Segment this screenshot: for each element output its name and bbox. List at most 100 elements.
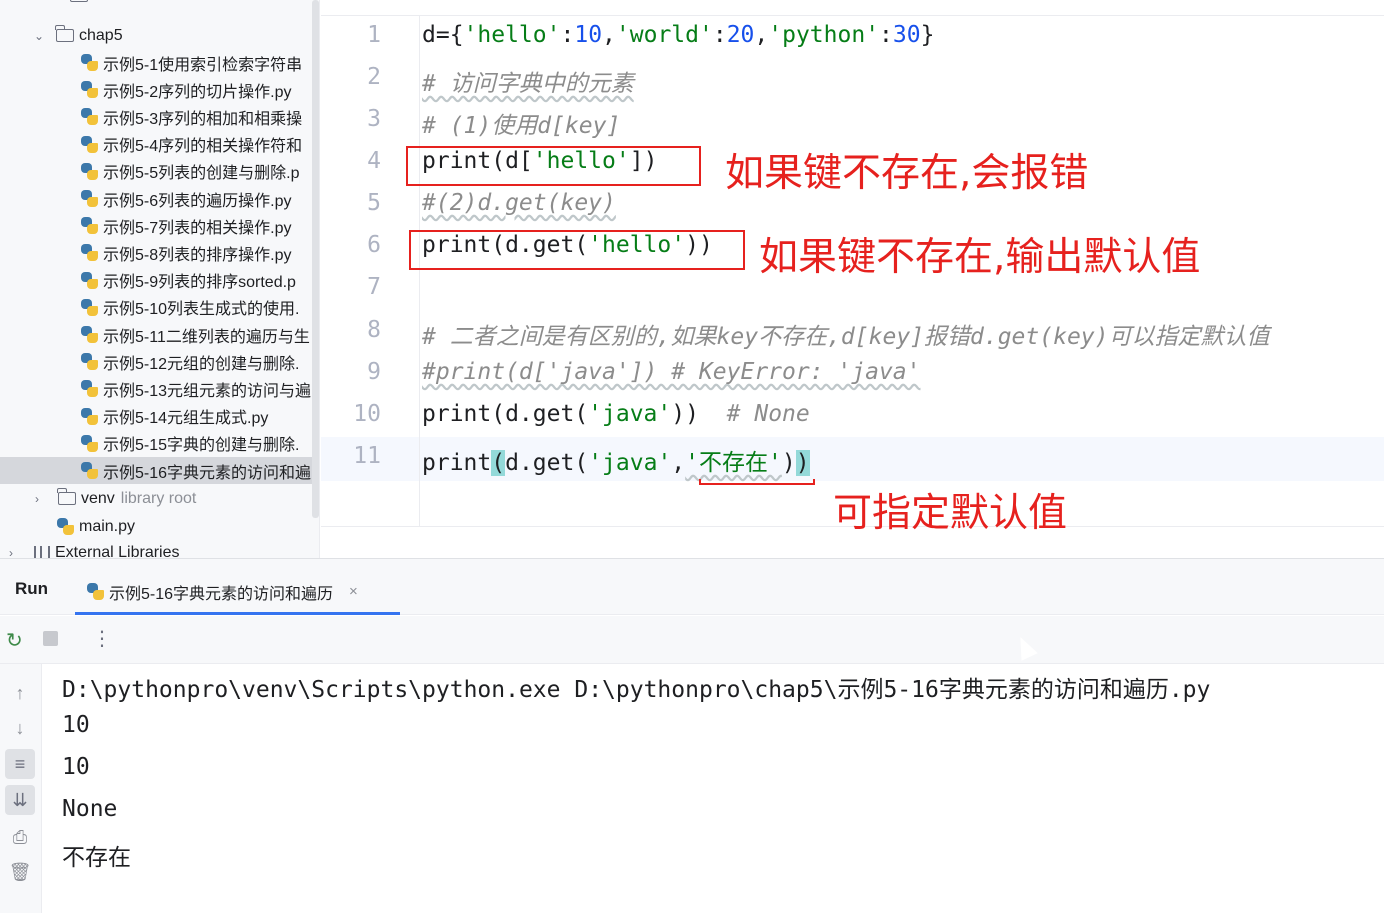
code-token: d={ — [422, 22, 464, 48]
tree-file-item[interactable]: 示例5-4序列的相关操作符和 — [0, 131, 319, 158]
tree-file-label: 示例5-8列表的排序操作.py — [103, 246, 292, 264]
tree-file-item[interactable]: 示例5-13元组元素的访问与遍 — [0, 375, 319, 402]
code-line[interactable]: print(d.get('java','不存在')) — [422, 443, 810, 477]
tree-file-item[interactable]: 示例5-3序列的相加和相乘操 — [0, 103, 319, 130]
code-token: # None — [726, 401, 810, 427]
chevron-down-icon[interactable]: ⌄ — [32, 29, 46, 43]
tree-external-libraries[interactable]: › External Libraries — [0, 539, 319, 559]
code-token: ( — [491, 450, 506, 476]
python-file-icon — [87, 583, 104, 600]
print-icon[interactable]: ⎙ — [5, 822, 35, 852]
code-line[interactable]: # 二者之间是有区别的,如果key不存在,d[key]报错d.get(key)可… — [422, 317, 1270, 351]
code-line[interactable]: # (1)使用d[key] — [422, 106, 620, 140]
code-token: : — [712, 22, 727, 48]
code-line[interactable]: print(d.get('java')) # None — [422, 401, 810, 427]
code-token: 'python' — [768, 22, 880, 48]
code-token: 'world' — [615, 22, 713, 48]
code-editor[interactable]: 1 2 3 4 5 6 7 8 9 10 11 d={'hello':10,'world':20,'… — [321, 0, 1384, 558]
tree-label: venv — [81, 489, 115, 507]
tree-scrollbar[interactable] — [312, 0, 319, 518]
python-file-icon — [81, 162, 98, 180]
tree-row-cut-off[interactable] — [0, 0, 319, 9]
code-token: # 访问字典中的元素 — [422, 71, 634, 97]
tree-file-item[interactable]: 示例5-11二维列表的遍历与生 — [0, 321, 319, 348]
code-line[interactable]: # 访问字典中的元素 — [422, 64, 634, 98]
tree-file-item[interactable]: 示例5-12元组的创建与删除. — [0, 348, 319, 375]
code-token: ) — [795, 450, 810, 476]
soft-wrap-icon[interactable]: ≡ — [5, 749, 35, 779]
run-panel: Run 示例5-16字典元素的访问和遍历 × ↻ ⋮ ↑ ↓ ≡ ⇊ ⎙ 🗑 D… — [0, 558, 1384, 913]
tree-file-label: 示例5-14元组生成式.py — [103, 410, 269, 428]
code-token: : — [560, 22, 575, 48]
tree-folder-chap5[interactable]: ⌄ chap5 — [0, 22, 319, 49]
python-file-icon — [81, 54, 98, 71]
python-file-icon — [81, 108, 98, 126]
code-token: } — [920, 22, 935, 48]
code-token: , — [602, 22, 616, 48]
code-token: d.get( — [505, 450, 589, 476]
line-number: 4 — [367, 148, 381, 174]
tree-file-main[interactable]: main.py — [0, 513, 319, 540]
code-token: 20 — [726, 22, 755, 48]
code-token: print — [422, 450, 492, 476]
chevron-right-icon[interactable]: › — [30, 492, 44, 506]
folder-icon — [57, 488, 76, 505]
python-file-icon — [81, 190, 98, 207]
more-options-icon[interactable]: ⋮ — [92, 626, 112, 651]
python-file-icon — [81, 271, 98, 289]
tree-file-item[interactable]: 示例5-9列表的排序sorted.p — [0, 267, 319, 294]
code-line[interactable]: d={'hello':10,'world':20,'python':30} — [422, 22, 934, 48]
console-line: 10 — [62, 712, 90, 738]
tree-folder-venv[interactable]: › venv library root — [0, 485, 319, 512]
tree-file-item[interactable]: 示例5-10列表生成式的使用. — [0, 294, 319, 321]
python-file-icon — [81, 298, 98, 316]
annotation-box-line6 — [409, 230, 745, 270]
tree-file-item[interactable]: 示例5-16字典元素的访问和遍 — [0, 457, 319, 484]
code-token: 30 — [892, 22, 921, 48]
annotation-note-line11: 可指定默认值 — [833, 491, 1068, 536]
tree-label: main.py — [79, 517, 136, 535]
line-number: 6 — [367, 232, 381, 258]
stop-icon[interactable] — [43, 631, 58, 646]
rerun-icon[interactable]: ↻ — [6, 628, 23, 653]
annotation-box-line4 — [406, 146, 701, 186]
line-number: 5 — [367, 190, 381, 216]
trash-icon[interactable]: 🗑 — [5, 857, 35, 887]
tree-file-label: 示例5-5列表的创建与删除.p — [103, 165, 300, 183]
close-icon[interactable]: × — [349, 583, 358, 600]
project-tree: ⌄ chap5 示例5-1使用索引检索字符串 示例5-2序列的切片操作.py 示例5… — [0, 0, 320, 558]
code-token: #print(d['java']) # KeyError: 'java' — [422, 359, 921, 385]
code-token: 'java' — [588, 401, 672, 427]
tree-file-item[interactable]: 示例5-5列表的创建与删除.p — [0, 158, 319, 185]
tree-label: chap5 — [79, 26, 123, 44]
library-root-note: library root — [120, 489, 197, 507]
code-token: )) — [671, 401, 727, 427]
tree-file-item[interactable]: 示例5-8列表的排序操作.py — [0, 239, 319, 266]
python-file-icon — [81, 217, 98, 235]
code-token: print(d.get( — [422, 401, 589, 427]
scroll-to-end-icon[interactable]: ⇊ — [5, 785, 35, 815]
code-line[interactable]: #(2)d.get(key) — [422, 190, 616, 216]
run-tab[interactable]: 示例5-16字典元素的访问和遍历 × — [75, 571, 400, 615]
line-number: 1 — [367, 22, 381, 48]
python-file-icon — [81, 380, 98, 398]
code-token: ) — [781, 450, 796, 476]
chevron-right-icon[interactable]: › — [4, 546, 18, 559]
tree-file-item[interactable]: 示例5-15字典的创建与删除. — [0, 430, 319, 457]
tree-file-item[interactable]: 示例5-6列表的遍历操作.py — [0, 185, 319, 212]
code-token: # 二者之间是有区别的,如果key不存在,d[key]报错d.get(key)可… — [422, 324, 1270, 350]
arrow-up-icon[interactable]: ↑ — [5, 678, 35, 708]
tree-file-item[interactable]: 示例5-7列表的相关操作.py — [0, 212, 319, 239]
tree-label: External Libraries — [55, 543, 180, 559]
tree-file-label: 示例5-4序列的相关操作符和 — [103, 138, 303, 156]
tree-file-item[interactable]: 示例5-14元组生成式.py — [0, 403, 319, 430]
code-line[interactable]: #print(d['java']) # KeyError: 'java' — [422, 359, 921, 385]
tree-file-label: 示例5-9列表的排序sorted.p — [103, 274, 296, 292]
tree-file-item[interactable]: 示例5-2序列的切片操作.py — [0, 76, 319, 103]
tree-file-item[interactable]: 示例5-1使用索引检索字符串 — [0, 49, 319, 76]
arrow-down-icon[interactable]: ↓ — [5, 713, 35, 743]
console-line: None — [62, 796, 118, 822]
tree-file-label: 示例5-11二维列表的遍历与生 — [103, 328, 310, 346]
line-number: 11 — [353, 443, 381, 469]
tree-file-label: 示例5-15字典的创建与删除. — [103, 437, 300, 455]
